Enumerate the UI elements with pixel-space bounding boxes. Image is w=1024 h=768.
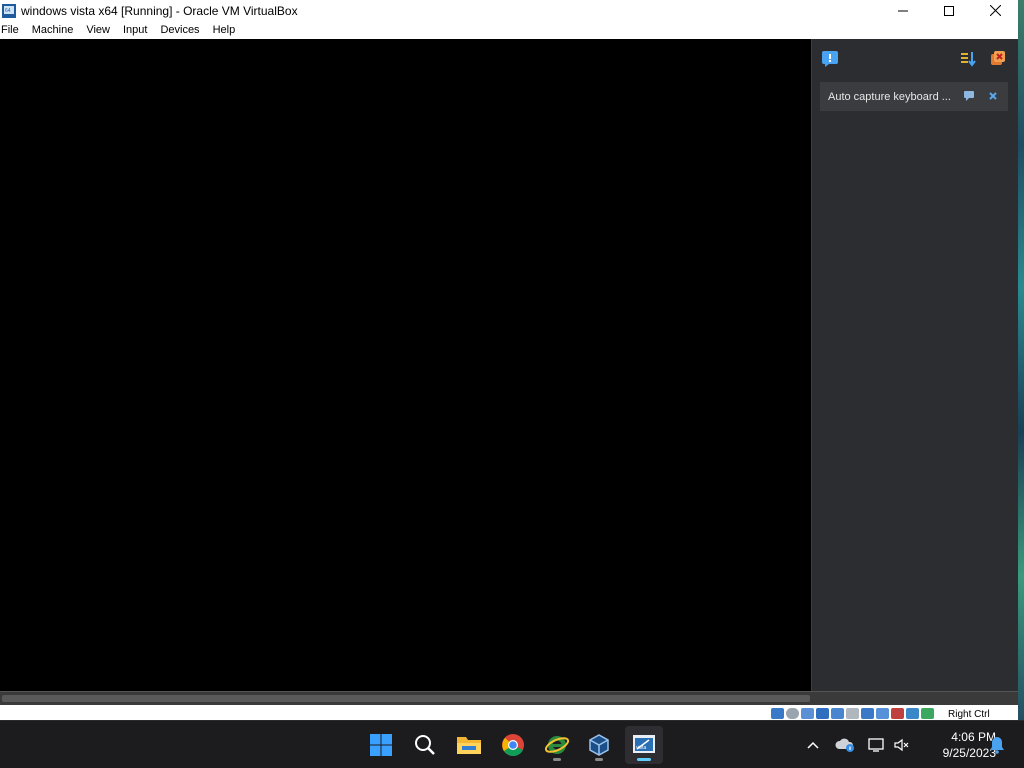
keyboard-capture-icon[interactable]	[921, 708, 934, 719]
virtualbox-button[interactable]	[580, 726, 618, 764]
chrome-icon	[502, 734, 524, 756]
vm-window-button[interactable]: vista	[625, 726, 663, 764]
window-title: windows vista x64 [Running] - Oracle VM …	[21, 3, 298, 18]
notification-card[interactable]: Auto capture keyboard ...	[820, 82, 1008, 111]
hard-disk-icon[interactable]	[771, 708, 784, 719]
maximize-button[interactable]	[926, 0, 972, 21]
show-hidden-icons-button[interactable]	[803, 721, 823, 768]
title-bar[interactable]: 64 windows vista x64 [Running] - Oracle …	[0, 0, 1018, 21]
virtualization-icon[interactable]	[891, 708, 904, 719]
close-button[interactable]	[972, 0, 1018, 21]
notifications-tray-button[interactable]	[985, 721, 1009, 768]
scrollbar-thumb[interactable]	[2, 695, 810, 702]
host-key-label[interactable]: Right Ctrl	[948, 709, 990, 720]
cloud-info-icon	[835, 738, 854, 752]
vm-display[interactable]	[0, 39, 811, 691]
search-icon	[415, 735, 435, 755]
close-icon	[989, 5, 1001, 16]
notification-center-icon[interactable]	[821, 50, 839, 68]
running-indicator	[595, 758, 603, 761]
close-all-notifications-icon[interactable]	[989, 50, 1007, 68]
audio-icon[interactable]	[801, 708, 814, 719]
menu-input[interactable]: Input	[123, 24, 154, 36]
maximize-icon	[944, 5, 954, 16]
folder-icon	[457, 737, 481, 754]
shared-folders-icon[interactable]	[846, 708, 859, 719]
display-icon[interactable]	[861, 708, 874, 719]
menu-devices[interactable]: Devices	[160, 24, 206, 36]
notification-center: Auto capture keyboard ...	[811, 39, 1018, 691]
menu-file[interactable]: File	[0, 24, 26, 36]
sort-order-icon[interactable]	[959, 50, 977, 68]
svg-text:vista: vista	[636, 745, 647, 751]
virtualbox-cube-icon	[589, 734, 609, 756]
menu-machine[interactable]: Machine	[32, 24, 81, 36]
taskbar-clock[interactable]: 4:06 PM 9/25/2023	[916, 729, 996, 761]
edge-button[interactable]	[538, 726, 576, 764]
menu-view[interactable]: View	[86, 24, 117, 36]
chat-bubble-icon	[964, 91, 974, 101]
svg-text:64: 64	[5, 8, 11, 14]
close-icon	[989, 92, 997, 100]
taskbar: vista 4:06 PM 9/25/2023	[0, 720, 1024, 768]
running-indicator	[553, 758, 561, 761]
volume-tray-button[interactable]	[891, 721, 913, 768]
recording-icon[interactable]	[876, 708, 889, 719]
status-bar: Right Ctrl	[0, 705, 1018, 720]
file-explorer-button[interactable]	[450, 726, 488, 764]
notification-help-button[interactable]	[962, 89, 976, 103]
menu-help[interactable]: Help	[213, 24, 243, 36]
search-button[interactable]	[406, 726, 444, 764]
clock-time: 4:06 PM	[951, 730, 996, 744]
network-tray-button[interactable]	[866, 721, 888, 768]
desktop-background	[1018, 0, 1024, 720]
notification-text: Auto capture keyboard ...	[828, 90, 951, 103]
horizontal-scrollbar[interactable]	[0, 691, 1018, 705]
onedrive-tray-button[interactable]	[834, 721, 856, 768]
network-monitor-icon	[868, 738, 884, 752]
bell-icon	[990, 737, 1004, 754]
minimize-icon	[898, 10, 908, 11]
start-button[interactable]	[362, 726, 400, 764]
volume-muted-icon	[894, 738, 909, 752]
chevron-up-icon	[807, 741, 819, 749]
optical-drive-icon[interactable]	[786, 708, 799, 719]
virtualbox-app-icon[interactable]: 64	[1, 3, 17, 19]
minimize-button[interactable]	[880, 0, 926, 21]
windows-logo-icon	[370, 734, 392, 756]
mouse-integration-icon[interactable]	[906, 708, 919, 719]
clock-date: 9/25/2023	[942, 746, 996, 760]
screen: 64 windows vista x64 [Running] - Oracle …	[0, 0, 1024, 768]
active-indicator	[637, 758, 651, 761]
internet-explorer-icon	[544, 736, 570, 754]
usb-icon[interactable]	[831, 708, 844, 719]
notification-toolbar	[812, 39, 1019, 81]
network-icon[interactable]	[816, 708, 829, 719]
chrome-button[interactable]	[494, 726, 532, 764]
vista-vm-icon: vista	[633, 735, 655, 753]
menu-bar: File Machine View Input Devices Help	[0, 21, 1018, 39]
notification-close-button[interactable]	[986, 89, 1000, 103]
